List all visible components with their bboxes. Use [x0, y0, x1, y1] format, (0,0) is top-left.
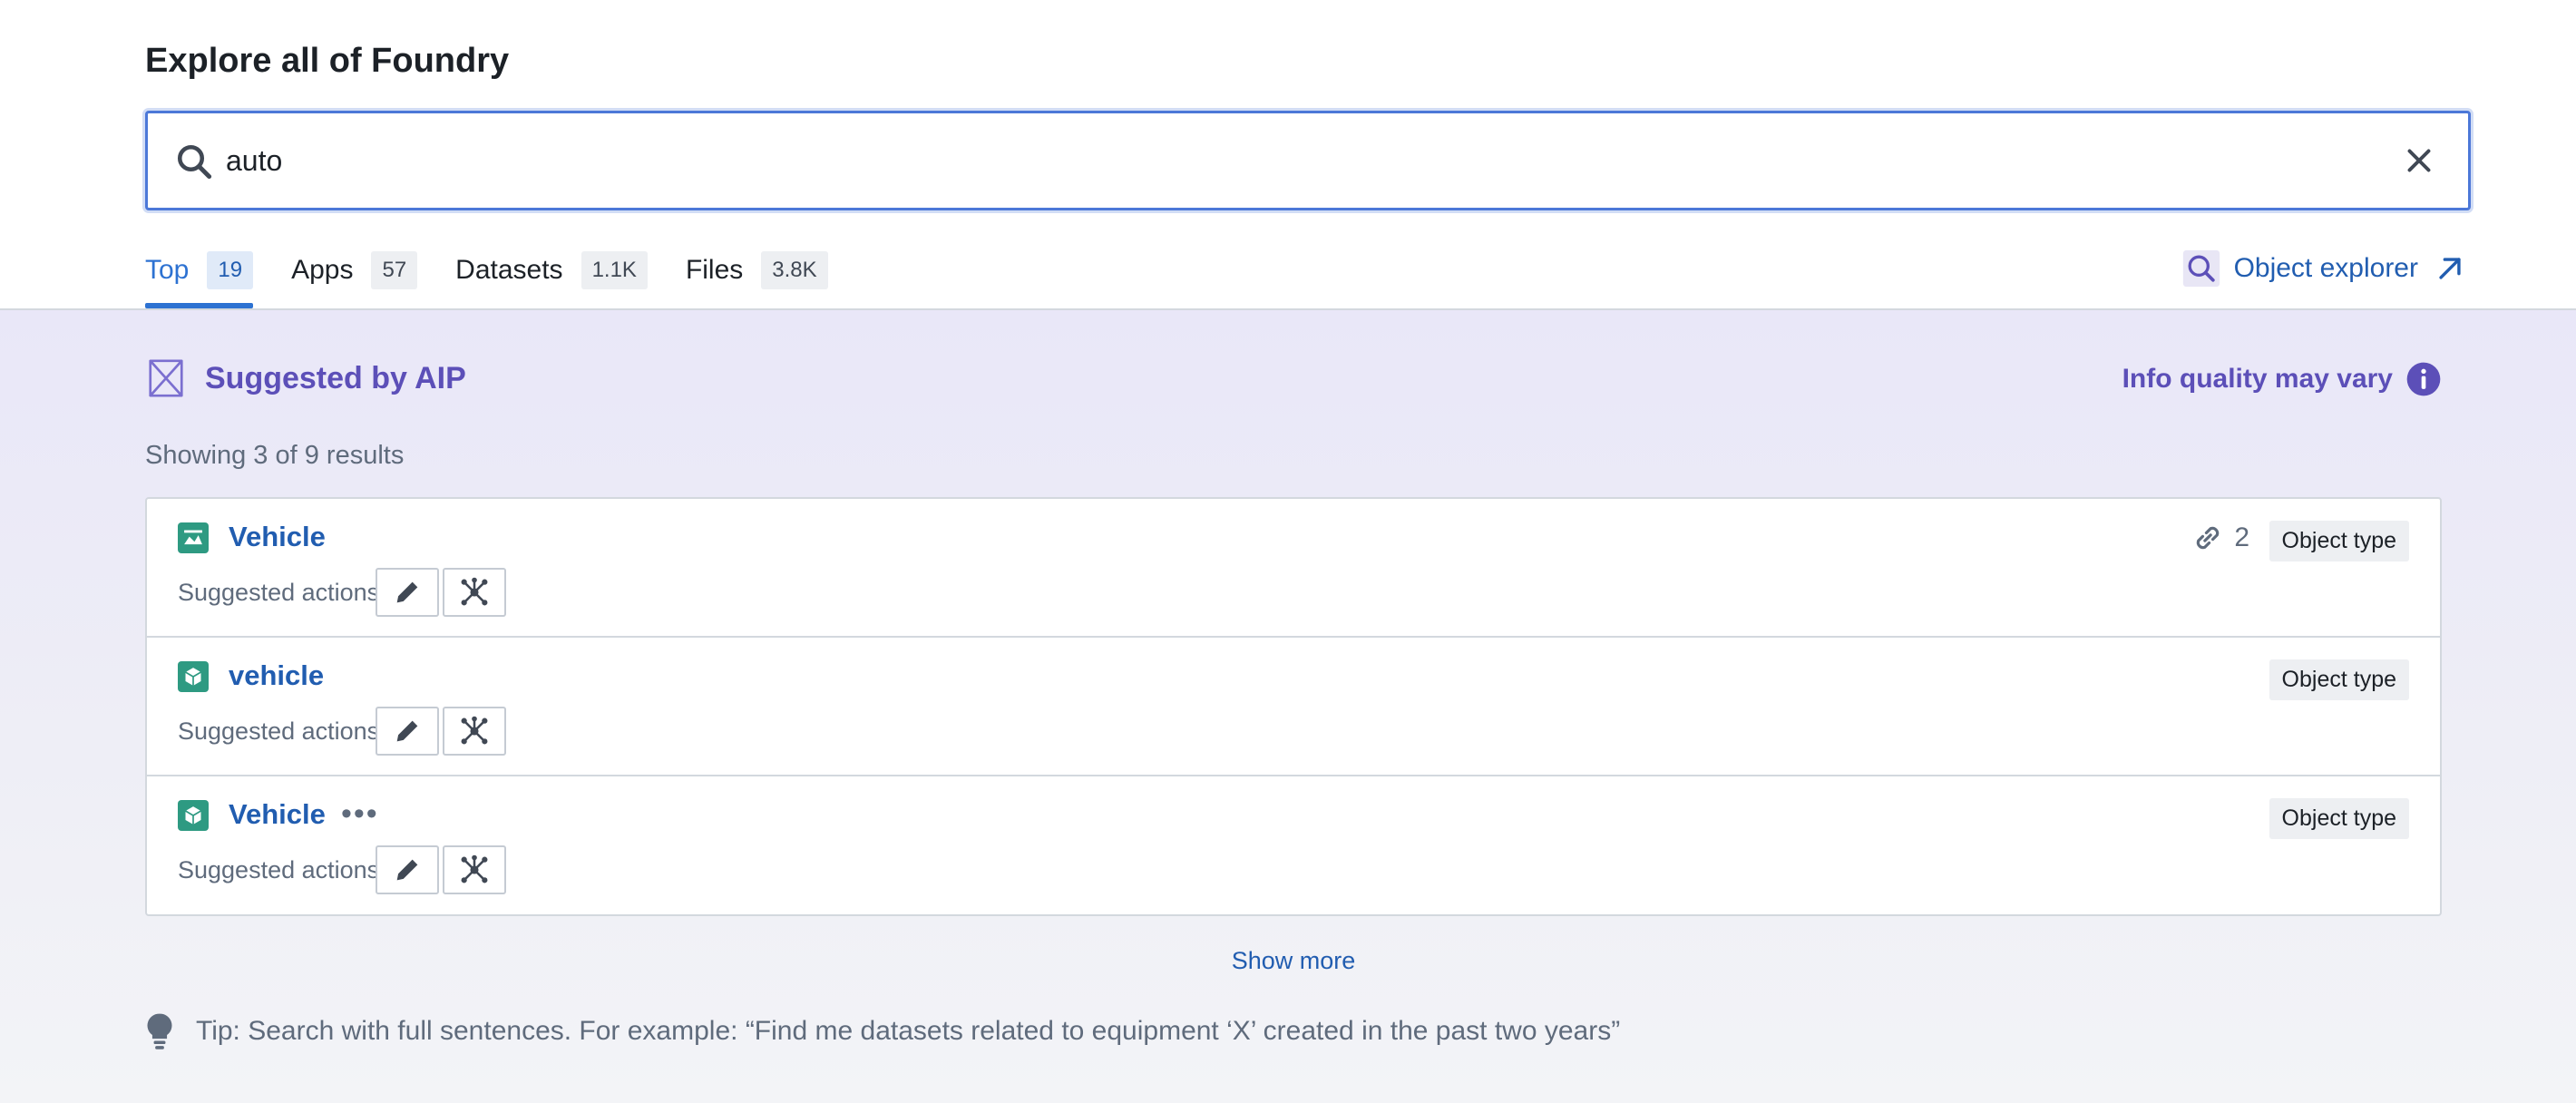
aip-header: Suggested by AIP [145, 357, 466, 399]
link-icon [2197, 526, 2220, 550]
tab-label: Apps [291, 255, 354, 285]
search-tip: Tip: Search with full sentences. For exa… [145, 1012, 1620, 1050]
header-section: Explore all of Foundry Top 19 Apps 57 Da… [0, 0, 2576, 310]
object-type-tag: Object type [2269, 798, 2409, 839]
result-name-link[interactable]: vehicle [229, 659, 324, 692]
info-quality-note: Info quality may vary [2122, 361, 2442, 397]
result-name-link[interactable]: Vehicle [229, 798, 326, 831]
result-item[interactable]: Vehicle Suggested actions: 2 Object type [147, 499, 2440, 638]
object-explorer-label: Object explorer [2233, 253, 2418, 283]
linked-count: 2 [2191, 521, 2249, 555]
clear-search-icon[interactable] [2403, 144, 2435, 177]
linked-count-value: 2 [2234, 522, 2249, 552]
tab-apps[interactable]: Apps 57 [291, 247, 418, 294]
search-box[interactable] [145, 111, 2471, 210]
graph-action-button[interactable] [443, 568, 506, 617]
tab-count-badge: 57 [371, 251, 418, 289]
show-more-link[interactable]: Show more [0, 947, 2576, 975]
search-input[interactable] [226, 132, 2312, 190]
object-type-tag: Object type [2269, 521, 2409, 561]
graph-action-button[interactable] [443, 845, 506, 894]
tab-label: Top [145, 255, 190, 285]
object-explorer-icon [2182, 249, 2220, 288]
tab-count-badge: 19 [207, 251, 254, 289]
results-count-text: Showing 3 of 9 results [145, 441, 405, 470]
info-icon[interactable] [2405, 361, 2442, 397]
edit-action-button[interactable] [376, 845, 439, 894]
graph-icon [461, 854, 488, 883]
aip-title: Suggested by AIP [205, 360, 466, 395]
result-item[interactable]: vehicle Suggested actions: Object type [147, 638, 2440, 776]
tab-label: Files [685, 255, 744, 285]
more-options-icon[interactable]: ••• [341, 796, 379, 832]
suggested-actions-label: Suggested actions: [178, 856, 386, 883]
aip-suggestions-panel: Suggested by AIP Info quality may vary S… [0, 310, 2576, 1103]
object-type-icon [178, 800, 209, 831]
tab-count-badge: 3.8K [761, 251, 828, 289]
aip-logo-icon [149, 359, 183, 397]
graph-icon [461, 577, 488, 606]
pencil-icon [396, 581, 418, 603]
result-name-link[interactable]: Vehicle [229, 521, 326, 553]
edit-action-button[interactable] [376, 568, 439, 617]
suggested-actions-label: Suggested actions: [178, 579, 386, 606]
object-explorer-link[interactable]: Object explorer [2181, 249, 2465, 288]
external-arrow-icon [2439, 258, 2461, 279]
tab-top[interactable]: Top 19 [145, 247, 254, 308]
object-type-tag: Object type [2269, 659, 2409, 700]
graph-action-button[interactable] [443, 707, 506, 756]
graph-icon [461, 716, 488, 745]
info-quality-label: Info quality may vary [2122, 364, 2393, 394]
pencil-icon [396, 720, 418, 742]
tab-count-badge: 1.1K [581, 251, 648, 289]
tab-label: Datasets [455, 255, 563, 285]
results-list: Vehicle Suggested actions: 2 Object type [145, 497, 2442, 916]
tab-files[interactable]: Files 3.8K [686, 247, 828, 294]
object-type-icon [178, 661, 209, 692]
suggested-actions-label: Suggested actions: [178, 717, 386, 745]
result-tabs: Top 19 Apps 57 Datasets 1.1K Files 3.8K [145, 247, 866, 310]
result-item[interactable]: Vehicle ••• Suggested actions: Object ty… [147, 776, 2440, 915]
edit-action-button[interactable] [376, 707, 439, 756]
object-type-icon [178, 522, 209, 553]
page-title: Explore all of Foundry [145, 42, 510, 80]
search-icon [177, 144, 212, 180]
pencil-icon [396, 859, 418, 881]
lightbulb-icon [147, 1013, 172, 1049]
tab-datasets[interactable]: Datasets 1.1K [455, 247, 648, 294]
tip-text: Tip: Search with full sentences. For exa… [196, 1016, 1621, 1046]
